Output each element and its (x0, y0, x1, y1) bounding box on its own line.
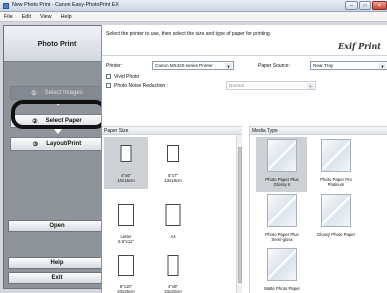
vivid-photo-label: Vivid Photo (114, 74, 140, 80)
media-type-item[interactable]: Matte Photo Paper (258, 248, 306, 293)
sidebar: Photo Print ① Select Images ② Select Pap… (3, 25, 111, 289)
paper-size-item[interactable]: 4"x8" 10x20cm (154, 251, 192, 293)
media-paper-icon (267, 194, 297, 227)
instruction-text: Select the printer to use, then select t… (106, 31, 272, 37)
main-panel: Select the printer to use, then select t… (101, 25, 387, 293)
instruction-bar: Select the printer to use, then select t… (102, 25, 387, 56)
media-type-label: Photo Paper Pro Platinum (320, 177, 352, 187)
menu-bar: File Edit View Help (0, 12, 387, 22)
paper-source-select[interactable]: Rear Tray ▼ (310, 61, 387, 70)
paper-size-label: A4 (170, 234, 176, 239)
media-type-label: Photo Paper Plus Semi-gloss (265, 232, 299, 242)
title-bar[interactable]: New Photo Print - Canon Easy-PhotoPrint … (0, 0, 387, 12)
vivid-photo-checkbox[interactable] (106, 74, 111, 79)
app-icon (3, 3, 9, 9)
menu-view[interactable]: View (40, 14, 52, 20)
menu-help[interactable]: Help (61, 14, 72, 20)
paper-size-item[interactable]: Letter 8.5"x11" (107, 200, 145, 248)
printer-label: Printer: (106, 63, 123, 69)
scrollbar-thumb[interactable] (238, 147, 242, 283)
window-title: New Photo Print - Canon Easy-PhotoPrint … (12, 2, 119, 8)
step-number: ① (31, 90, 37, 97)
close-button[interactable]: × (372, 1, 387, 10)
noise-reduction-select[interactable]: Normal ▼ (226, 81, 316, 90)
paper-source-value: Rear Tray (313, 63, 334, 68)
menu-edit[interactable]: Edit (22, 14, 31, 20)
media-type-title: Media Type (250, 127, 387, 135)
paper-size-panel: Paper Size 4"x6" 10x15cm 5"x7" 13x18cm L… (102, 126, 242, 293)
paper-size-icon (120, 145, 132, 162)
dropdown-arrow-icon: ▼ (225, 63, 232, 69)
printer-select[interactable]: Canon MX420 series Printer ▼ (152, 61, 234, 70)
paper-size-label: 8"x10" 20x25cm (117, 284, 135, 293)
noise-reduction-value: Normal (229, 83, 244, 88)
paper-size-icon (118, 204, 134, 226)
dropdown-arrow-icon: ▼ (379, 63, 386, 69)
help-button[interactable]: Help (8, 257, 106, 269)
media-type-item[interactable]: Photo Paper Plus Glossy II (258, 139, 306, 187)
paper-size-item[interactable]: 5"x7" 13x18cm (154, 141, 192, 189)
step-layout-print[interactable]: ③ Layout/Print (10, 137, 104, 151)
media-type-label: Photo Paper Plus Glossy II (265, 177, 299, 187)
media-type-item[interactable]: Glossy Photo Paper (312, 194, 360, 242)
menu-file[interactable]: File (4, 14, 13, 20)
step-highlight-outline (11, 100, 107, 129)
step-label: Select Images (44, 90, 83, 96)
paper-size-scrollbar[interactable] (236, 135, 242, 293)
maximize-button[interactable]: □ (359, 1, 371, 10)
minimize-button[interactable]: – (345, 1, 358, 10)
noise-reduction-checkbox[interactable] (106, 83, 111, 88)
paper-source-label: Paper Source: (258, 63, 290, 69)
media-paper-icon (321, 194, 351, 227)
arrow-down-icon (54, 129, 62, 134)
paper-size-icon (167, 255, 179, 276)
paper-size-label: 4"x6" 10x15cm (117, 173, 135, 183)
paper-size-label: Letter 8.5"x11" (118, 234, 134, 244)
paper-size-label: 5"x7" 13x18cm (164, 173, 182, 183)
printer-value: Canon MX420 series Printer (155, 63, 213, 68)
media-type-item[interactable]: Photo Paper Plus Semi-gloss (258, 194, 306, 242)
step-number: ③ (32, 141, 39, 148)
exif-print-logo: Exif Print (338, 41, 381, 51)
paper-size-icon (165, 204, 181, 226)
paper-size-item[interactable]: A4 (154, 200, 192, 248)
step-select-images[interactable]: ① Select Images (10, 86, 104, 100)
media-type-label: Matte Photo Paper (264, 286, 300, 291)
media-paper-icon (321, 139, 351, 172)
noise-reduction-label: Photo Noise Reduction : (114, 83, 168, 89)
media-paper-icon (267, 248, 297, 281)
paper-size-icon (118, 255, 134, 276)
open-button[interactable]: Open (8, 220, 106, 232)
exit-button[interactable]: Exit (8, 272, 106, 284)
app-window: New Photo Print - Canon Easy-PhotoPrint … (0, 0, 387, 293)
paper-size-title: Paper Size (102, 127, 242, 135)
media-type-item[interactable]: Photo Paper Pro Platinum (312, 139, 360, 187)
paper-size-item[interactable]: 4"x6" 10x15cm (107, 141, 145, 189)
printer-settings: Printer: Canon MX420 series Printer ▼ Pa… (102, 57, 387, 124)
media-type-panel: Media Type Photo Paper Plus Glossy II Ph… (249, 126, 387, 293)
media-type-label: Glossy Photo Paper (316, 232, 356, 237)
dropdown-arrow-icon: ▼ (307, 83, 314, 89)
step-label: Layout/Print (46, 141, 82, 147)
sidebar-header: Photo Print (4, 26, 110, 62)
paper-size-item[interactable]: 8"x10" 20x25cm (107, 251, 145, 293)
paper-size-label: 4"x8" 10x20cm (164, 284, 182, 293)
media-paper-icon (267, 139, 297, 172)
paper-size-icon (167, 145, 179, 162)
